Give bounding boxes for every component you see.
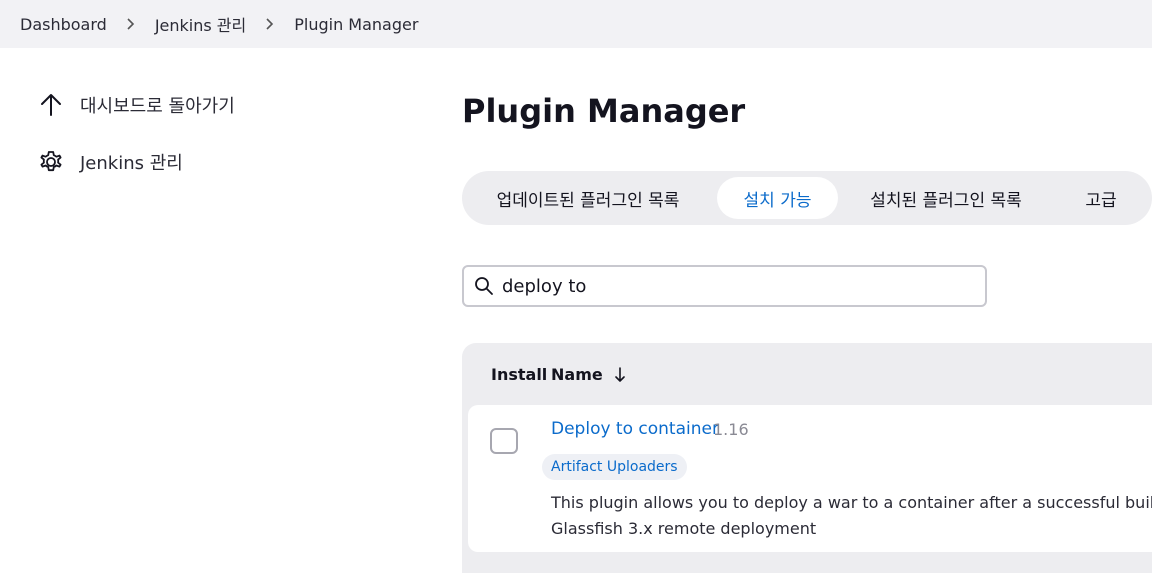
sidebar-item-label: Jenkins 관리 bbox=[80, 153, 183, 174]
row-divider bbox=[468, 552, 1152, 554]
sort-down-arrow-icon bbox=[614, 366, 625, 382]
plugin-name-link[interactable]: Deploy to container bbox=[551, 419, 719, 439]
chevron-right-icon bbox=[246, 18, 294, 30]
plugin-version: 1.16 bbox=[713, 420, 749, 439]
chevron-right-icon bbox=[107, 18, 155, 30]
gear-icon bbox=[36, 147, 66, 177]
tab-advanced[interactable]: 고급 bbox=[1066, 177, 1136, 219]
column-header-name-label: Name bbox=[551, 365, 603, 384]
search-icon bbox=[474, 276, 502, 296]
sidebar-item-manage-jenkins[interactable]: Jenkins 관리 bbox=[36, 147, 183, 177]
plugin-description: This plugin allows you to deploy a war t… bbox=[551, 493, 1152, 538]
table-row: Deploy to container 1.16 Artifact Upload… bbox=[468, 405, 1152, 552]
breadcrumb: Dashboard Jenkins 관리 Plugin Manager bbox=[0, 0, 1152, 48]
breadcrumb-dashboard[interactable]: Dashboard bbox=[20, 15, 107, 34]
install-checkbox[interactable] bbox=[490, 428, 518, 454]
arrow-up-icon bbox=[36, 90, 66, 120]
breadcrumb-plugin-manager[interactable]: Plugin Manager bbox=[294, 15, 418, 34]
page-title: Plugin Manager bbox=[462, 92, 746, 130]
category-tag[interactable]: Artifact Uploaders bbox=[542, 454, 687, 480]
tab-bar: 업데이트된 플러그인 목록 설치 가능 설치된 플러그인 목록 고급 bbox=[462, 171, 1152, 225]
sidebar-item-back-to-dashboard[interactable]: 대시보드로 돌아가기 bbox=[36, 90, 235, 120]
search-box bbox=[462, 265, 987, 307]
sidebar-item-label: 대시보드로 돌아가기 bbox=[80, 96, 235, 117]
search-input[interactable] bbox=[502, 275, 942, 297]
tab-installed[interactable]: 설치된 플러그인 목록 bbox=[854, 177, 1038, 219]
tab-updates[interactable]: 업데이트된 플러그인 목록 bbox=[476, 177, 700, 219]
column-header-name[interactable]: Name bbox=[551, 365, 627, 384]
tab-available[interactable]: 설치 가능 bbox=[717, 177, 838, 219]
column-header-install[interactable]: Install bbox=[491, 365, 547, 384]
breadcrumb-jenkins-manage[interactable]: Jenkins 관리 bbox=[155, 12, 246, 36]
